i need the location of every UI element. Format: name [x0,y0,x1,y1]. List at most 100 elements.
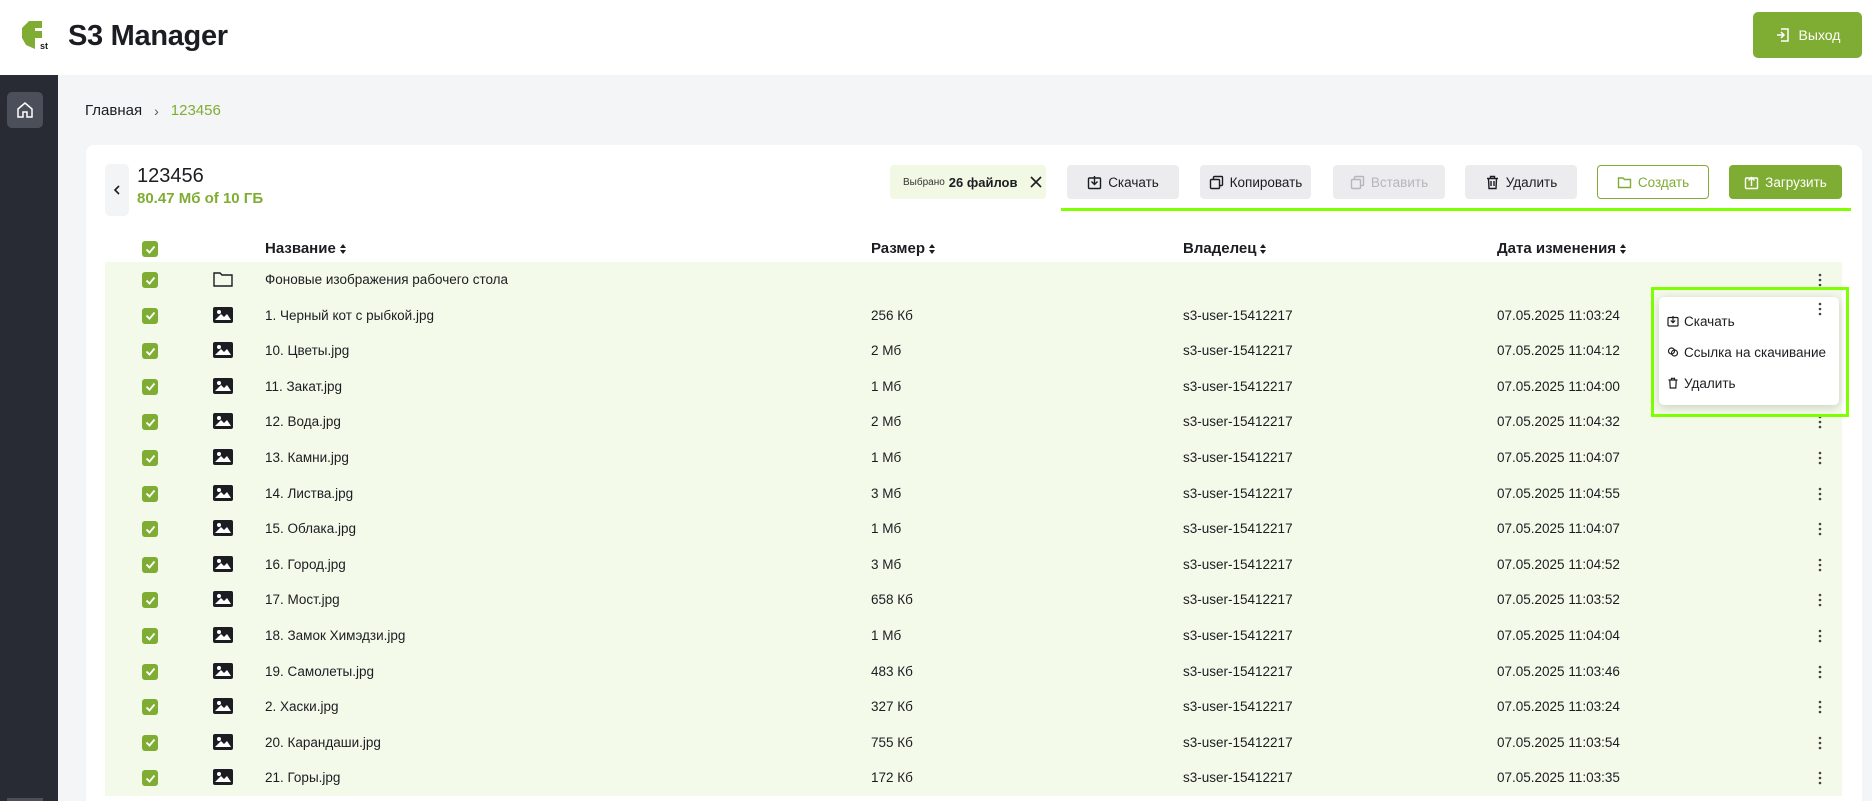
file-modified: 07.05.2025 11:04:07 [1497,450,1620,465]
context-menu-download[interactable]: Скачать [1667,309,1735,333]
column-modified[interactable]: Дата изменения [1497,240,1627,257]
toolbar-highlight-line [1061,208,1851,211]
bucket-name: 123456 [137,165,204,187]
back-button[interactable] [105,164,129,216]
table-row[interactable]: 19. Самолеты.jpg 483 Кб s3-user-15412217 07… [105,653,1842,690]
image-icon [212,626,234,644]
more-vertical-icon[interactable] [1814,486,1826,502]
paste-label: Вставить [1370,174,1429,190]
row-checkbox[interactable] [142,272,158,288]
context-menu-share-link[interactable]: Ссылка на скачивание [1667,340,1826,364]
more-vertical-icon[interactable] [1814,521,1826,537]
file-name[interactable]: 14. Листва.jpg [265,486,353,501]
column-size[interactable]: Размер [871,240,936,257]
file-name[interactable]: 1. Черный кот с рыбкой.jpg [265,308,434,323]
file-size: 172 Кб [871,770,913,786]
file-name[interactable]: 18. Замок Химэдзи.jpg [265,628,405,643]
delete-button[interactable]: Удалить [1465,165,1577,199]
upload-icon [1744,176,1759,189]
paste-icon [1350,175,1365,189]
table-row[interactable]: 15. Облака.jpg 1 Мб s3-user-15412217 07.05.… [105,511,1842,547]
file-owner: s3-user-15412217 [1183,414,1293,430]
file-name[interactable]: 21. Горы.jpg [265,770,340,785]
column-name[interactable]: Название [265,240,347,257]
more-vertical-icon[interactable] [1814,628,1826,644]
file-name[interactable]: 12. Вода.jpg [265,414,341,429]
table-row[interactable]: 1. Черный кот с рыбкой.jpg 256 Кб s3-user-… [105,297,1842,334]
table-row[interactable]: 2. Хаски.jpg 327 Кб s3-user-15412217 07.05.… [105,689,1842,725]
more-vertical-icon[interactable] [1814,301,1826,317]
clear-selection-icon[interactable] [1028,174,1044,190]
upload-label: Загрузить [1765,174,1827,190]
table-header: Название Размер Владелец Дата изменения [105,236,1842,262]
more-vertical-icon[interactable] [1814,664,1826,680]
file-modified: 07.05.2025 11:03:35 [1497,770,1620,786]
context-menu-delete-label: Удалить [1684,375,1736,391]
row-checkbox[interactable] [142,414,158,431]
row-checkbox[interactable] [142,521,158,538]
more-vertical-icon[interactable] [1814,699,1826,715]
more-vertical-icon[interactable] [1814,770,1826,786]
file-name[interactable]: 13. Камни.jpg [265,450,349,465]
row-checkbox[interactable] [142,699,158,716]
selection-prefix: Выбрано [903,176,945,188]
logout-button[interactable]: Выход [1753,12,1862,58]
file-size: 3 Мб [871,556,902,572]
row-checkbox[interactable] [142,378,158,395]
file-name[interactable]: Фоновые изображения рабочего стола [265,272,508,287]
row-checkbox[interactable] [142,343,158,360]
select-all-checkbox[interactable] [142,241,158,257]
table-row[interactable]: 11. Закат.jpg 1 Мб s3-user-15412217 07.05.2… [105,368,1842,405]
paste-button[interactable]: Вставить [1333,165,1445,199]
sidebar-item-home[interactable] [7,92,43,128]
more-vertical-icon[interactable] [1814,272,1826,288]
file-name[interactable]: 10. Цветы.jpg [265,343,349,358]
folder-icon [1617,176,1632,188]
file-size: 327 Кб [871,699,913,715]
file-name[interactable]: 19. Самолеты.jpg [265,664,374,679]
more-vertical-icon[interactable] [1814,735,1826,751]
table-row[interactable]: 18. Замок Химэдзи.jpg 1 Мб s3-user-1541221… [105,618,1842,654]
more-vertical-icon[interactable] [1814,557,1826,573]
file-name[interactable]: 2. Хаски.jpg [265,699,339,714]
file-name[interactable]: 15. Облака.jpg [265,521,356,536]
breadcrumb-home[interactable]: Главная [85,102,142,119]
app-header: st S3 Manager Выход [0,0,1872,75]
table-row[interactable]: 21. Горы.jpg 172 Кб s3-user-15412217 07.05.… [105,760,1842,796]
table-row[interactable]: 13. Камни.jpg 1 Мб s3-user-15412217 07.05.2… [105,440,1842,476]
column-owner[interactable]: Владелец [1183,240,1267,257]
table-row[interactable]: 20. Карандаши.jpg 755 Кб s3-user-15412217 0… [105,724,1842,761]
row-checkbox[interactable] [142,628,158,644]
folder-row[interactable]: Фоновые изображения рабочего стола [105,262,1842,298]
more-vertical-icon[interactable] [1814,592,1826,608]
row-checkbox[interactable] [142,485,158,502]
file-name[interactable]: 17. Мост.jpg [265,592,340,607]
context-menu-share-link-label: Ссылка на скачивание [1684,344,1827,360]
create-button[interactable]: Создать [1597,165,1709,199]
download-button[interactable]: Скачать [1067,165,1179,199]
copy-label: Копировать [1229,174,1303,190]
row-checkbox[interactable] [142,307,158,324]
table-row[interactable]: 10. Цветы.jpg 2 Мб s3-user-15412217 07.05.2… [105,333,1842,369]
table-row[interactable]: 12. Вода.jpg 2 Мб s3-user-15412217 07.05.20… [105,404,1842,440]
copy-button[interactable]: Копировать [1200,165,1311,199]
row-checkbox[interactable] [142,592,158,609]
row-checkbox[interactable] [142,734,158,751]
file-modified: 07.05.2025 11:04:52 [1497,556,1620,572]
trash-icon [1668,377,1678,389]
file-owner: s3-user-15412217 [1183,343,1293,359]
row-checkbox[interactable] [142,450,158,466]
more-vertical-icon[interactable] [1814,450,1826,466]
file-name[interactable]: 11. Закат.jpg [265,379,342,394]
file-owner: s3-user-15412217 [1183,770,1293,786]
table-row[interactable]: 17. Мост.jpg 658 Кб s3-user-15412217 07.05.… [105,582,1842,618]
row-checkbox[interactable] [142,770,158,787]
file-name[interactable]: 20. Карандаши.jpg [265,735,381,750]
table-row[interactable]: 14. Листва.jpg 3 Мб s3-user-15412217 07.05.… [105,475,1842,512]
row-checkbox[interactable] [142,663,158,680]
row-checkbox[interactable] [142,556,158,573]
file-name[interactable]: 16. Город.jpg [265,557,346,572]
context-menu-delete[interactable]: Удалить [1667,371,1736,395]
upload-button[interactable]: Загрузить [1729,165,1842,199]
table-row[interactable]: 16. Город.jpg 3 Мб s3-user-15412217 07.05.2… [105,546,1842,583]
